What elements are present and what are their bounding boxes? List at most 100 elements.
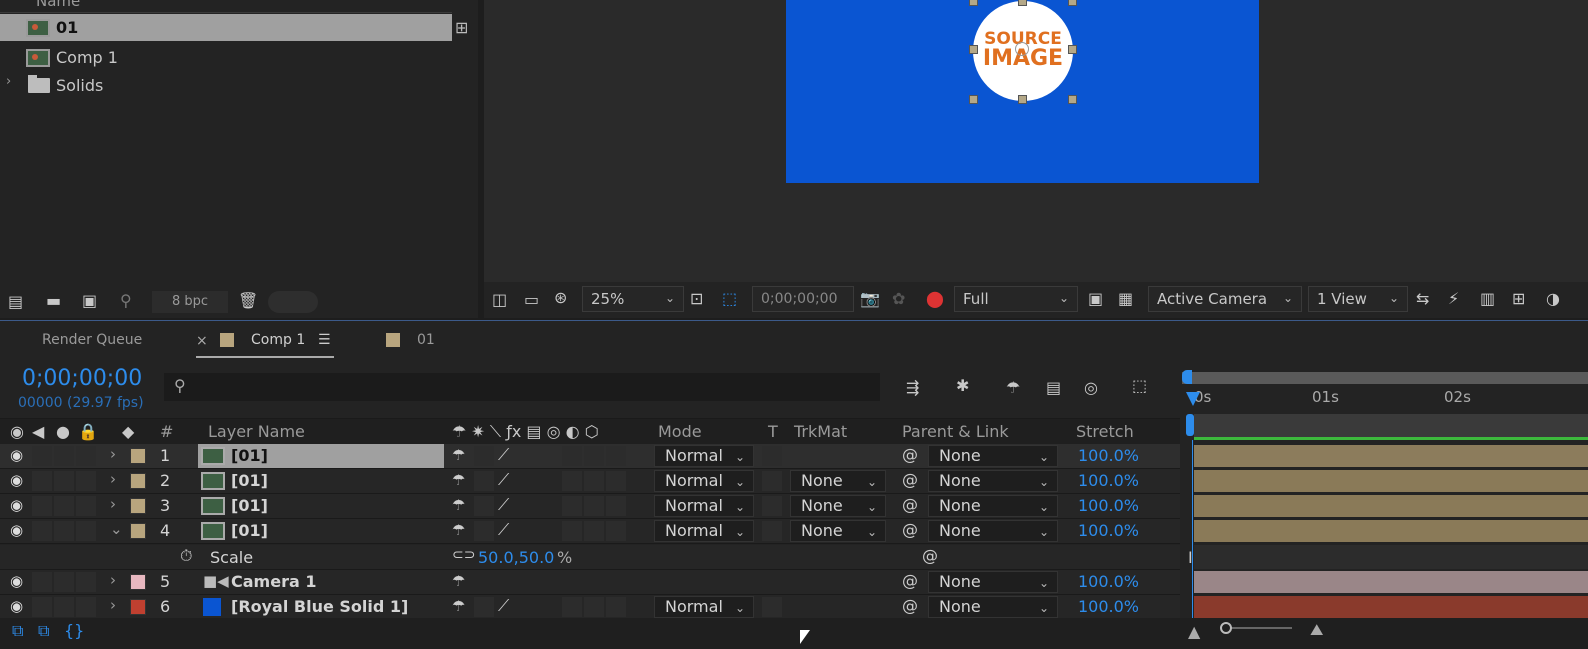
adjustment-toggle[interactable]: [584, 521, 604, 541]
quality-icon[interactable]: ⟋: [498, 470, 509, 490]
quality-icon[interactable]: ⟋: [498, 495, 509, 515]
transform-handle[interactable]: [1068, 0, 1077, 6]
eye-icon[interactable]: ◉: [10, 521, 23, 539]
trkmat-dropdown[interactable]: None ⌄: [790, 520, 886, 542]
motion-blur-toggle[interactable]: [562, 446, 582, 466]
lock-toggle[interactable]: [76, 597, 96, 617]
chevron-right-icon[interactable]: ›: [110, 571, 116, 589]
label-color-swatch[interactable]: [130, 448, 146, 464]
lock-toggle[interactable]: [76, 572, 96, 592]
preserve-transparency-toggle[interactable]: [762, 496, 782, 516]
stretch-value[interactable]: 100.0%: [1078, 597, 1139, 616]
lock-toggle[interactable]: [76, 471, 96, 491]
chevron-right-icon[interactable]: ›: [110, 470, 116, 488]
tab-comp1[interactable]: Comp 1: [251, 332, 305, 348]
menu-icon[interactable]: ☰: [318, 332, 331, 348]
layer-row[interactable]: ◉ › 2 [01] ☂ ⟋ Normal ⌄ None ⌄ @ None ⌄ 100.0%: [0, 469, 1180, 494]
fit-icon[interactable]: ⊡: [690, 289, 703, 308]
column-layer-name[interactable]: Layer Name: [208, 422, 305, 441]
layer-row[interactable]: ◉ › 1 [01] ☂ ⟋ Normal ⌄ @ None ⌄ 100.0%: [0, 444, 1180, 469]
solo-toggle[interactable]: [54, 446, 74, 466]
project-item-01[interactable]: 01: [0, 14, 452, 41]
flowchart-icon[interactable]: ⊞: [1512, 289, 1525, 308]
stretch-value[interactable]: 100.0%: [1078, 496, 1139, 515]
mode-dropdown[interactable]: Normal ⌄: [654, 470, 754, 492]
shy-icon[interactable]: ☂: [452, 446, 465, 464]
eye-icon[interactable]: ◉: [10, 572, 23, 590]
timeline-icon[interactable]: ▥: [1480, 289, 1495, 308]
quality-icon[interactable]: ⟋: [498, 445, 509, 465]
solo-toggle[interactable]: [54, 496, 74, 516]
mode-dropdown[interactable]: Normal ⌄: [654, 520, 754, 542]
collapse-toggle[interactable]: [474, 597, 494, 617]
adjustment-toggle[interactable]: [584, 471, 604, 491]
project-flow-icon[interactable]: ⚲: [120, 291, 132, 310]
mode-dropdown[interactable]: Normal ⌄: [654, 495, 754, 517]
layer-search-input[interactable]: ⚲: [164, 373, 880, 401]
parent-dropdown[interactable]: None ⌄: [928, 495, 1058, 517]
layer-name[interactable]: [01]: [231, 496, 268, 515]
layer-switches-icon[interactable]: ⧉: [12, 621, 23, 641]
fast-preview-icon[interactable]: ⚡: [1448, 289, 1459, 308]
shy-icon[interactable]: ☂: [452, 572, 465, 590]
shy-icon[interactable]: ☂: [452, 521, 465, 539]
collapse-toggle[interactable]: [474, 471, 494, 491]
motion-blur-toggle[interactable]: [562, 471, 582, 491]
parent-dropdown[interactable]: None ⌄: [928, 596, 1058, 618]
3d-toggle[interactable]: [606, 446, 626, 466]
trkmat-dropdown[interactable]: None ⌄: [790, 470, 886, 492]
pickwhip-icon[interactable]: @: [902, 571, 918, 590]
label-color-swatch[interactable]: [130, 473, 146, 489]
stopwatch-icon[interactable]: ⏱: [180, 546, 192, 566]
graph-editor-icon[interactable]: ⬚: [1132, 376, 1147, 395]
motion-blur-toggle[interactable]: [562, 521, 582, 541]
project-name-header[interactable]: Name: [36, 0, 80, 10]
mode-dropdown[interactable]: Normal ⌄: [654, 445, 754, 467]
3d-toggle[interactable]: [606, 471, 626, 491]
playhead-icon[interactable]: [1186, 392, 1200, 406]
solo-toggle[interactable]: [54, 572, 74, 592]
parent-dropdown[interactable]: None ⌄: [928, 445, 1058, 467]
solo-toggle[interactable]: [54, 597, 74, 617]
pickwhip-icon[interactable]: @: [902, 445, 918, 464]
lock-toggle[interactable]: [76, 496, 96, 516]
quality-icon[interactable]: ⟋: [498, 520, 509, 540]
mode-dropdown[interactable]: Normal ⌄: [654, 596, 754, 618]
playhead-handle[interactable]: [1186, 414, 1194, 436]
adjustment-toggle[interactable]: [584, 496, 604, 516]
transform-handle[interactable]: [1068, 95, 1077, 104]
stretch-value[interactable]: 100.0%: [1078, 521, 1139, 540]
anchor-point-icon[interactable]: [1015, 42, 1029, 56]
parent-dropdown[interactable]: None ⌄: [928, 571, 1058, 593]
flowchart-icon[interactable]: ⊞: [455, 18, 468, 37]
collapse-toggle[interactable]: [474, 521, 494, 541]
transform-handle[interactable]: [969, 45, 978, 54]
pickwhip-icon[interactable]: @: [902, 520, 918, 539]
motion-blur-toggle[interactable]: [562, 597, 582, 617]
layer-row[interactable]: ◉ › 3 [01] ☂ ⟋ Normal ⌄ None ⌄ @ None ⌄ 100.0%: [0, 494, 1180, 519]
preserve-transparency-toggle[interactable]: [762, 521, 782, 541]
chevron-right-icon[interactable]: ›: [6, 74, 11, 89]
layer-duration-bar[interactable]: [1194, 445, 1588, 467]
layer-duration-bar[interactable]: [1194, 520, 1588, 542]
layer-name[interactable]: [Royal Blue Solid 1]: [231, 597, 408, 616]
3d-toggle[interactable]: [606, 521, 626, 541]
audio-toggle[interactable]: [32, 471, 52, 491]
zoom-in-icon[interactable]: ⛰: [1310, 620, 1323, 640]
preserve-transparency-toggle[interactable]: [762, 597, 782, 617]
layer-duration-bar[interactable]: [1194, 571, 1588, 593]
constrain-link-icon[interactable]: ⊂⊃: [452, 547, 475, 563]
motion-blur-icon[interactable]: ◎: [1084, 378, 1098, 397]
audio-toggle[interactable]: [32, 572, 52, 592]
chevron-right-icon[interactable]: ›: [110, 445, 116, 463]
toggle-pixel-icon[interactable]: ⇆: [1416, 289, 1429, 308]
transfer-controls-icon[interactable]: ⧉: [38, 621, 49, 641]
layer-row[interactable]: ◉ › 5 ■◀ Camera 1 ☂ @ None ⌄ 100.0%: [0, 570, 1180, 595]
audio-toggle[interactable]: [32, 496, 52, 516]
transform-handle[interactable]: [1018, 0, 1027, 6]
adjustment-toggle[interactable]: [584, 446, 604, 466]
pickwhip-icon[interactable]: @: [902, 470, 918, 489]
lock-toggle[interactable]: [76, 446, 96, 466]
layer-name[interactable]: [01]: [231, 521, 268, 540]
label-color-swatch[interactable]: [130, 498, 146, 514]
